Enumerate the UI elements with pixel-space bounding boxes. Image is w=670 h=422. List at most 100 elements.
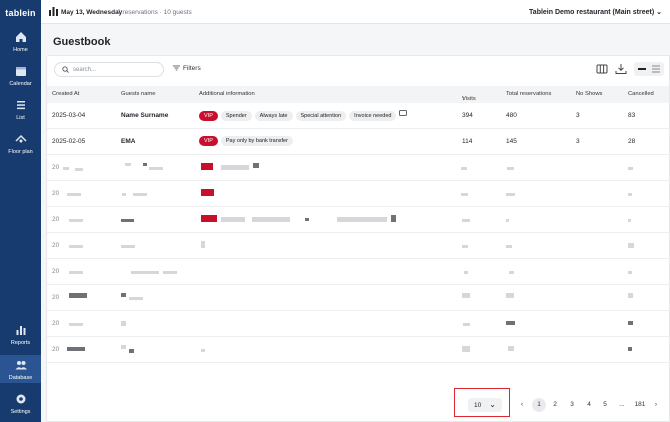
chevron-down-icon: ⌄ xyxy=(489,400,496,409)
pixelated-content xyxy=(201,163,213,170)
pixelated-content xyxy=(506,293,514,298)
page-size-select[interactable]: 10 ⌄ xyxy=(468,398,502,412)
page-last[interactable]: 181 xyxy=(632,401,648,408)
sidebar-item-floor-plan[interactable]: Floor plan xyxy=(0,132,41,156)
pixelated-content xyxy=(462,219,470,222)
sidebar-item-calendar[interactable]: Calendar xyxy=(0,64,41,88)
page-ellipsis: ... xyxy=(619,401,625,408)
pixelated-content xyxy=(463,323,470,326)
pixelated-content xyxy=(122,193,126,196)
table-row[interactable]: 20 xyxy=(47,207,669,233)
list-view-icon[interactable] xyxy=(652,65,660,73)
pixelated-content xyxy=(133,193,147,196)
table-row[interactable]: 20 xyxy=(47,311,669,337)
pixelated-content xyxy=(69,219,83,222)
table-row[interactable]: 20 xyxy=(47,259,669,285)
page-2[interactable]: 2 xyxy=(548,401,562,408)
search-icon xyxy=(62,66,69,73)
table-row[interactable]: 20 xyxy=(47,337,669,363)
table-row[interactable]: 20 xyxy=(47,155,669,181)
pixelated-content xyxy=(201,349,205,352)
guestbook-panel: search... Filters Created At Guests name… xyxy=(46,55,670,422)
sidebar-item-database[interactable]: Database xyxy=(0,355,41,383)
pixelated-content xyxy=(507,167,514,170)
current-date[interactable]: May 13, Wednesday xyxy=(61,9,122,16)
home-icon xyxy=(15,32,26,42)
table-header: Created At Guests name Additional inform… xyxy=(47,86,669,103)
pixelated-content xyxy=(121,245,135,248)
chevron-down-icon: ⌄ xyxy=(656,9,662,16)
note-icon xyxy=(399,110,408,116)
search-input[interactable]: search... xyxy=(54,62,164,77)
pixelated-content xyxy=(509,271,514,274)
col-additional-info[interactable]: Additional information xyxy=(199,91,255,97)
tag-vip: VIP xyxy=(199,136,218,146)
tag: Spender xyxy=(220,111,252,121)
download-icon[interactable] xyxy=(614,63,628,75)
table-row[interactable]: 20 xyxy=(47,233,669,259)
col-created-at[interactable]: Created At xyxy=(52,91,79,97)
page-4[interactable]: 4 xyxy=(582,401,596,408)
columns-icon[interactable] xyxy=(595,63,609,75)
page-title: Guestbook xyxy=(53,36,111,48)
pixelated-content xyxy=(125,163,131,166)
col-no-shows[interactable]: No Shows xyxy=(576,91,602,97)
compact-view-icon[interactable] xyxy=(638,66,646,72)
database-icon xyxy=(15,361,27,370)
pixelated-content xyxy=(506,321,515,325)
view-toggle[interactable] xyxy=(634,62,664,76)
filter-icon xyxy=(173,65,180,71)
page-3[interactable]: 3 xyxy=(565,401,579,408)
sidebar-item-settings[interactable]: Settings xyxy=(0,392,41,416)
pixelated-content xyxy=(628,347,632,351)
pixelated-content xyxy=(461,193,468,196)
pixelated-content xyxy=(143,163,147,166)
table-row[interactable]: 2025-02-05 EMA VIP Pay only by bank trans… xyxy=(47,129,669,155)
pixelated-content xyxy=(462,245,468,248)
guest-tags: VIP Pay only by bank transfer xyxy=(199,136,296,146)
brand-logo: tablein xyxy=(5,8,36,18)
pixelated-content xyxy=(221,217,245,222)
pixelated-content xyxy=(252,217,290,222)
pixelated-content xyxy=(628,243,634,248)
prev-page-icon[interactable]: ‹ xyxy=(515,401,529,408)
col-guest-name[interactable]: Guests name xyxy=(121,91,155,97)
top-bar: May 13, Wednesday 2 reservations · 10 gu… xyxy=(41,0,670,24)
page-5[interactable]: 5 xyxy=(598,401,612,408)
col-cancelled[interactable]: Cancelled xyxy=(628,91,654,97)
table-row[interactable]: 20 xyxy=(47,181,669,207)
sidebar-item-list[interactable]: List xyxy=(0,98,41,122)
pixelated-content xyxy=(69,323,83,326)
sidebar-item-home[interactable]: Home xyxy=(0,30,41,54)
restaurant-selector[interactable]: Tablein Demo restaurant (Main street) ⌄ xyxy=(529,8,662,16)
calendar-icon xyxy=(15,67,26,76)
pixelated-content xyxy=(201,241,205,248)
pixelated-content xyxy=(69,293,87,298)
tag: Invoice needed xyxy=(349,111,397,121)
pixelated-content xyxy=(506,193,515,196)
pixelated-content xyxy=(628,219,631,222)
pixelated-content xyxy=(221,165,249,170)
filters-button[interactable]: Filters xyxy=(173,65,201,72)
page-1[interactable]: 1 xyxy=(532,398,546,412)
pixelated-content xyxy=(163,271,177,274)
gear-icon xyxy=(16,394,25,404)
tag: Special attention xyxy=(295,111,347,121)
table-row[interactable]: 2025-03-04 Name Surname VIP Spender Always… xyxy=(47,103,669,129)
next-page-icon[interactable]: › xyxy=(649,401,663,408)
pixelated-content xyxy=(461,167,467,170)
pixelated-content xyxy=(69,245,83,248)
pixelated-content xyxy=(69,271,83,274)
pixelated-content xyxy=(462,293,470,298)
table-row[interactable]: 20 xyxy=(47,285,669,311)
col-total-reservations[interactable]: Total reservations xyxy=(506,91,551,97)
sidebar-item-reports[interactable]: Reports xyxy=(0,323,41,347)
reservation-summary: 2 reservations · 10 guests xyxy=(117,9,192,16)
pixelated-content xyxy=(121,219,134,222)
pixelated-content xyxy=(129,349,134,353)
pixelated-content xyxy=(628,271,632,274)
pixelated-content xyxy=(201,215,217,222)
sidebar: tablein Home Calendar List Floor plan Re… xyxy=(0,0,41,422)
pixelated-content xyxy=(121,321,126,326)
pixelated-content xyxy=(506,219,509,222)
